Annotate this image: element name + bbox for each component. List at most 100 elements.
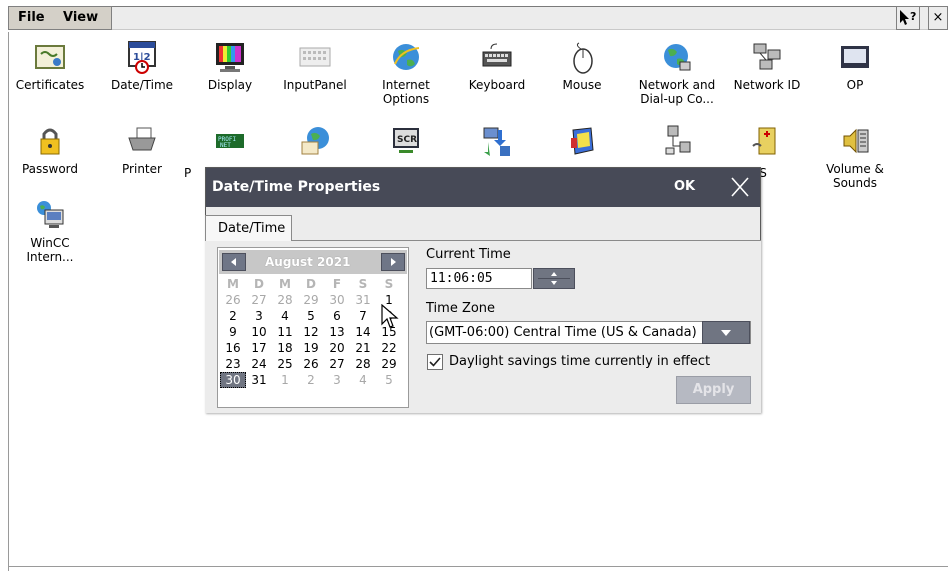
dst-checkbox[interactable] (427, 354, 443, 370)
menu-file[interactable]: File (18, 10, 45, 25)
time-spinner[interactable] (533, 268, 575, 289)
cp-item-screensaver[interactable]: SCR (366, 124, 446, 162)
cp-item-network-settings[interactable] (631, 124, 723, 162)
calendar-day[interactable]: 26 (298, 356, 324, 372)
globe-icon (393, 44, 420, 70)
calendar-day[interactable]: 7 (350, 308, 376, 324)
padlock-icon (40, 128, 60, 155)
date-time-properties-dialog: Date/Time Properties OK Date/Time August… (205, 167, 761, 413)
calendar-day[interactable]: 31 (246, 372, 272, 388)
calendar-day[interactable]: 4 (350, 372, 376, 388)
calendar-day[interactable]: 17 (246, 340, 272, 356)
calendar-day[interactable]: 3 (324, 372, 350, 388)
calendar-day[interactable]: 6 (324, 308, 350, 324)
cp-item-book[interactable] (542, 124, 622, 162)
svg-text:NET: NET (220, 142, 231, 149)
cp-item-label: Network and Dial-up Co... (638, 78, 716, 106)
printer-icon (128, 127, 156, 151)
cp-item-label: P (184, 166, 192, 180)
cp-item-label: Password (21, 162, 79, 176)
apply-button[interactable]: Apply (676, 376, 751, 404)
weekday-header-row: MDMDFSS (220, 276, 408, 292)
calendar-grid: MDMDFSS262728293031123456789101112131415… (220, 276, 408, 388)
calendar-day[interactable]: 5 (376, 372, 402, 388)
calendar-week-row: 23 24 25 26 27 28 29 (220, 356, 408, 372)
calendar-clock-icon: 1|2 (128, 41, 156, 74)
weekday-label: F (332, 277, 342, 291)
menu-group: File View (8, 6, 112, 30)
calendar-day[interactable]: 13 (324, 324, 350, 340)
calendar-day[interactable]: 27 (246, 292, 272, 308)
cp-item-op[interactable]: OP (815, 40, 895, 92)
calendar-day[interactable]: 3 (246, 308, 272, 324)
cp-item-password[interactable]: Password (10, 124, 90, 176)
cp-item-network-dialup[interactable]: Network and Dial-up Co... (631, 40, 723, 106)
cp-item-mouse[interactable]: Mouse (542, 40, 622, 92)
calendar-day[interactable]: 5 (298, 308, 324, 324)
calendar-day[interactable]: 10 (246, 324, 272, 340)
current-time-input[interactable]: 11:06:05 (426, 268, 532, 289)
close-window-button[interactable]: × (928, 6, 948, 30)
time-zone-dropdown-button[interactable] (702, 321, 750, 344)
globe-mail-icon (301, 127, 329, 155)
calendar-day[interactable]: 31 (350, 292, 376, 308)
cp-item-printer[interactable]: Printer (102, 124, 182, 176)
prev-month-button[interactable] (222, 253, 246, 271)
cp-item-date-time[interactable]: 1|2 Date/Time (102, 40, 182, 92)
close-icon[interactable] (726, 172, 754, 202)
cp-item-keyboard[interactable]: Keyboard (457, 40, 537, 92)
calendar-day[interactable]: 9 (220, 324, 246, 340)
calendar-day[interactable]: 4 (272, 308, 298, 324)
calendar-day[interactable]: 23 (220, 356, 246, 372)
menu-view[interactable]: View (63, 10, 98, 25)
weekday-label: M (279, 277, 291, 291)
speaker-icon (843, 128, 869, 154)
calendar-day[interactable]: 28 (350, 356, 376, 372)
calendar-month-title[interactable]: August 2021 (265, 255, 350, 269)
tab-date-time[interactable]: Date/Time (205, 215, 292, 241)
help-pointer-icon: ? (900, 10, 916, 25)
calendar-day[interactable]: 27 (324, 356, 350, 372)
calendar-day[interactable]: 11 (272, 324, 298, 340)
calendar-day[interactable]: 1 (272, 372, 298, 388)
calendar-day[interactable]: 29 (376, 356, 402, 372)
calendar-day[interactable]: 28 (272, 292, 298, 308)
next-month-button[interactable] (381, 253, 405, 271)
cp-item-display[interactable]: Display (190, 40, 270, 92)
cp-item-wincc-internet[interactable]: WinCC Intern... (10, 198, 90, 264)
calendar-day[interactable]: 19 (298, 340, 324, 356)
cp-item-label: Certificates (15, 78, 85, 92)
dialog-title: Date/Time Properties (212, 179, 381, 195)
cp-item-label: Date/Time (110, 78, 174, 92)
calendar-day[interactable]: 26 (220, 292, 246, 308)
cp-item-transfer[interactable] (457, 124, 537, 162)
transfer-icon (483, 127, 510, 156)
cp-item-profinet[interactable]: PROFI NET P (184, 124, 270, 180)
help-button[interactable]: ? (896, 6, 920, 30)
calendar-day[interactable]: 2 (220, 308, 246, 324)
cp-item-certificates[interactable]: Certificates (10, 40, 90, 92)
calendar-day[interactable]: 16 (220, 340, 246, 356)
cp-item-input-panel[interactable]: InputPanel (275, 40, 355, 92)
calendar-day[interactable]: 30 (220, 372, 246, 388)
cp-item-internet-options[interactable]: Internet Options (366, 40, 446, 106)
calendar-day[interactable]: 30 (324, 292, 350, 308)
cp-item-network-id[interactable]: Network ID (724, 40, 810, 92)
calendar-day[interactable]: 29 (298, 292, 324, 308)
calendar-day[interactable]: 22 (376, 340, 402, 356)
calendar-day[interactable]: 14 (350, 324, 376, 340)
calendar-day[interactable]: 25 (272, 356, 298, 372)
calendar-day[interactable]: 12 (298, 324, 324, 340)
mouse-cursor-icon (381, 304, 399, 328)
mouse-icon (573, 42, 593, 74)
calendar-day[interactable]: 18 (272, 340, 298, 356)
calendar-day[interactable]: 21 (350, 340, 376, 356)
cp-item-globe-mail[interactable] (275, 124, 355, 162)
cp-item-volume-sounds[interactable]: Volume & Sounds (815, 124, 895, 190)
calendar-day[interactable]: 20 (324, 340, 350, 356)
calendar-day[interactable]: 2 (298, 372, 324, 388)
ok-button[interactable]: OK (674, 179, 695, 194)
svg-text:?: ? (910, 10, 916, 23)
cp-item-ups[interactable]: PS (724, 124, 810, 180)
calendar-day[interactable]: 24 (246, 356, 272, 372)
